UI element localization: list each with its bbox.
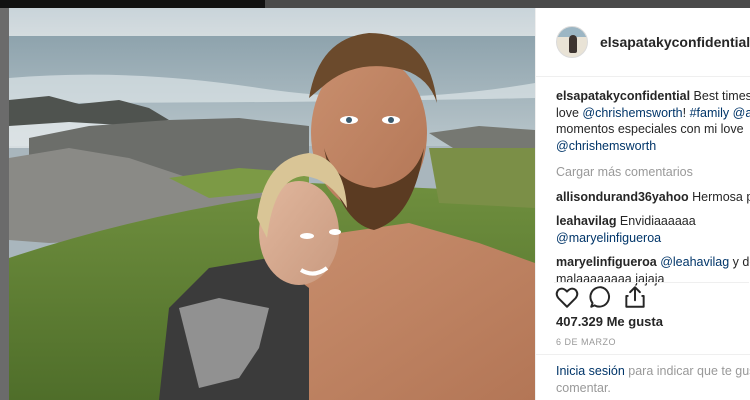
caption-hashtag[interactable]: #family (690, 106, 730, 120)
post-header: elsapatakyconfidential ✔ • (536, 8, 750, 77)
load-more-comments[interactable]: Cargar más comentarios (556, 164, 750, 181)
action-bar (554, 282, 749, 310)
caption-text-line2-prefix: love (556, 105, 583, 120)
post-photo[interactable] (9, 8, 535, 400)
comment: allisondurand36yahoo Hermosa par (556, 189, 750, 206)
comment-username[interactable]: allisondurand36yahoo (556, 190, 689, 204)
login-prompt: Inicia sesión para indicar que te gust c… (556, 363, 750, 396)
avatar[interactable] (556, 26, 588, 58)
comment-username[interactable]: leahavilag (556, 214, 616, 228)
likes-count[interactable]: 407.329 Me gusta (556, 314, 663, 329)
caption-mention[interactable]: @chrishemsworth (582, 106, 682, 120)
heart-icon[interactable] (554, 284, 580, 310)
caption: elsapatakyconfidential Best times w love… (556, 88, 750, 154)
login-text-line2: comentar. (556, 380, 611, 395)
comment-text: Hermosa par (692, 189, 750, 204)
comment: leahavilag Envidiaaaaaa @maryelinfiguero… (556, 213, 750, 246)
comments-section: elsapatakyconfidential Best times w love… (556, 88, 750, 287)
comment-text: y de l (732, 255, 750, 269)
login-text: para indicar que te gust (624, 364, 750, 378)
photo-illustration (9, 8, 535, 400)
caption-username[interactable]: elsapatakyconfidential (556, 89, 690, 103)
dark-bar (0, 0, 265, 8)
login-link[interactable]: Inicia sesión (556, 364, 625, 378)
comment-mention[interactable]: @leahavilag (657, 255, 729, 269)
caption-mention-3[interactable]: @chrishemsworth (556, 139, 656, 153)
caption-mention-2[interactable]: @a (733, 106, 750, 120)
caption-text-line3: momentos especiales con mi love (556, 122, 744, 136)
left-edge (0, 8, 9, 400)
header-username[interactable]: elsapatakyconfidential (600, 34, 750, 50)
browser-top-strip (0, 0, 750, 8)
comment-icon[interactable] (588, 284, 614, 310)
avatar-figure (569, 35, 577, 53)
comment-mention[interactable]: @maryelinfigueroa (556, 231, 661, 245)
post-date: 6 DE MARZO (556, 337, 617, 347)
caption-text-line1: Best times w (693, 89, 750, 103)
share-icon[interactable] (622, 284, 648, 310)
comment-text: Envidiaaaaaa (616, 214, 696, 228)
post-sidebar: elsapatakyconfidential ✔ • elsapatakycon… (535, 8, 750, 400)
caption-text-line2-middle: ! (682, 105, 690, 120)
comment-username[interactable]: maryelinfigueroa (556, 255, 657, 269)
